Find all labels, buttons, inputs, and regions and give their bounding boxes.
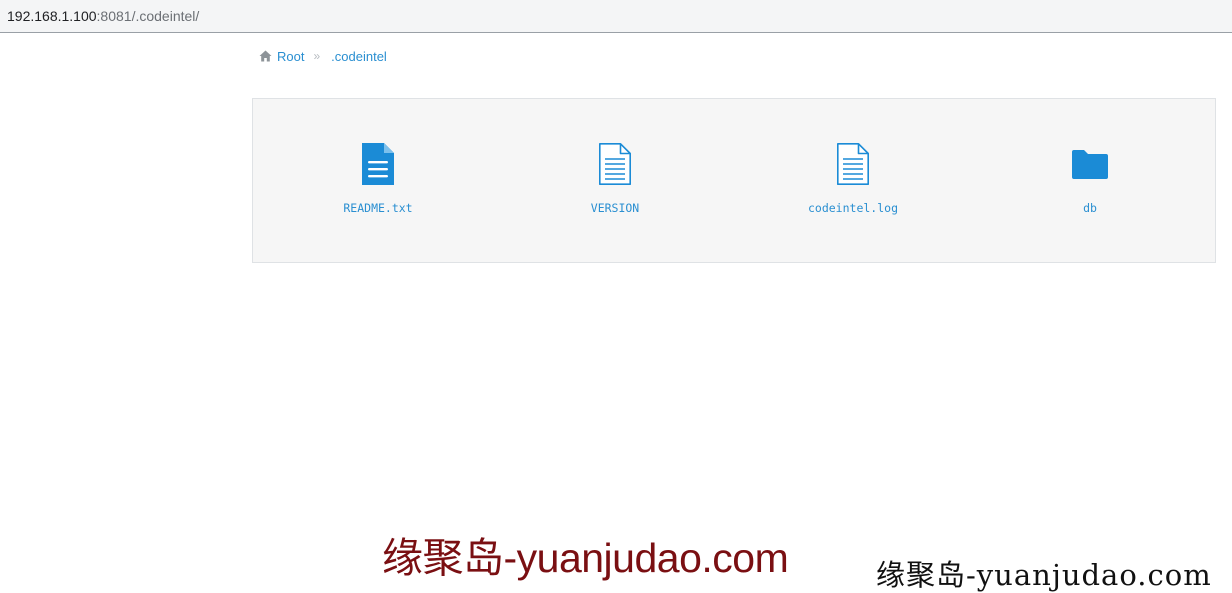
breadcrumb-root-link[interactable]: Root [277,49,304,64]
url-host: 192.168.1.100 [7,8,97,24]
file-name: VERSION [590,201,640,215]
watermark-primary: 缘聚岛-yuanjudao.com [382,535,789,581]
url-text[interactable]: 192.168.1.100:8081/.codeintel/ [7,7,199,25]
file-name: codeintel.log [807,201,898,215]
breadcrumb: Root » .codeintel [259,46,387,66]
url-path: :8081/.codeintel/ [96,8,200,24]
file-item-version[interactable]: VERSION [535,141,695,215]
home-icon [259,50,272,62]
file-text-outline-icon [599,143,631,185]
file-text-outline-icon [837,143,869,185]
folder-icon [1072,150,1108,179]
browser-address-bar[interactable]: 192.168.1.100:8081/.codeintel/ [0,0,1232,33]
breadcrumb-current-link[interactable]: .codeintel [331,49,387,64]
file-item-readme[interactable]: README.txt [298,141,458,215]
file-item-codeintel-log[interactable]: codeintel.log [773,141,933,215]
breadcrumb-separator: » [313,49,321,63]
file-text-filled-icon [362,143,394,185]
file-name: README.txt [343,201,413,215]
file-grid-panel: README.txt VERSION codeintel.log db [252,98,1216,263]
file-name: db [1083,201,1097,215]
file-item-db-folder[interactable]: db [1010,141,1170,215]
watermark-secondary: 缘聚岛-yuanjudao.com [876,558,1212,592]
